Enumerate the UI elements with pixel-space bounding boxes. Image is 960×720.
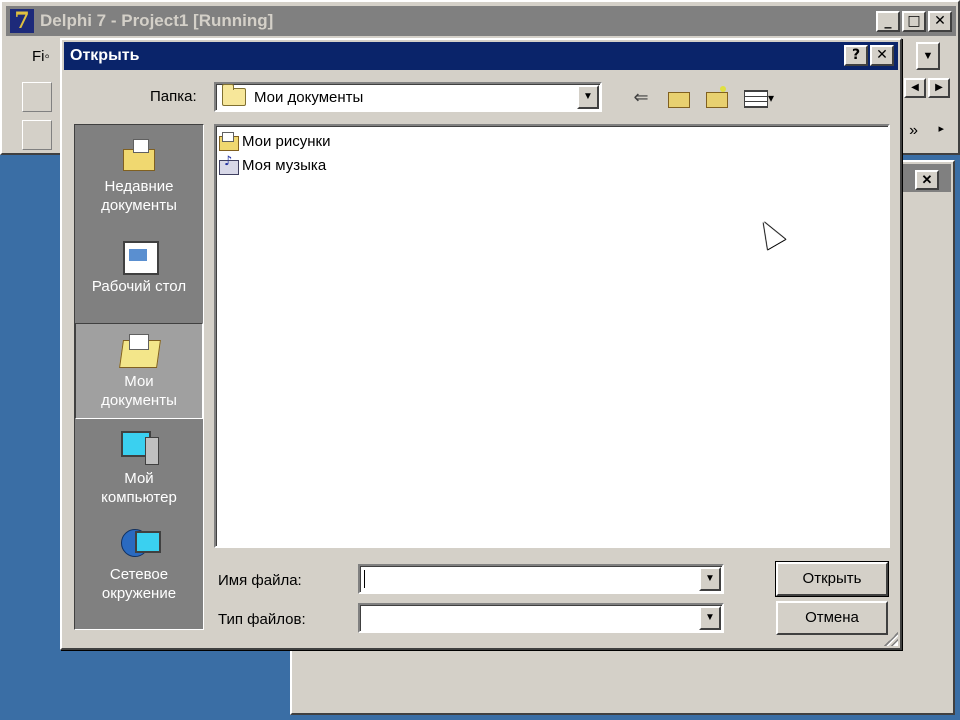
palette-scroll: ◀ ▶: [904, 78, 950, 98]
place-network[interactable]: Сетевое окружение: [75, 517, 203, 613]
recent-documents-icon: [119, 137, 159, 173]
folder-value: Мои документы: [254, 88, 364, 106]
ide-tool-button[interactable]: [22, 82, 52, 112]
desktop-icon: [119, 237, 159, 275]
text-caret: [364, 570, 365, 588]
ide-title: Delphi 7 - Project1 [Running]: [40, 11, 274, 30]
places-bar: Недавние документы Рабочий стол Мои доку…: [74, 124, 204, 630]
place-label: компьютер: [101, 489, 177, 506]
chevron-more-icon[interactable]: »: [909, 122, 918, 140]
dialog-caption-buttons: ? ✕: [844, 45, 894, 66]
my-documents-icon: [119, 332, 159, 368]
ide-tool-button[interactable]: [22, 120, 52, 150]
place-label: документы: [101, 392, 177, 409]
list-item[interactable]: Моя музыка: [218, 154, 326, 176]
delphi-logo-icon: 7: [10, 9, 34, 33]
form-close-button[interactable]: ✕: [915, 170, 939, 190]
network-icon: [119, 525, 161, 561]
component-combo-arrow[interactable]: ▼: [916, 42, 940, 70]
chevron-down-icon[interactable]: ▼: [699, 606, 721, 630]
folder-icon: [222, 84, 246, 106]
view-menu-icon[interactable]: [742, 86, 778, 110]
file-name: Моя музыка: [242, 156, 327, 174]
open-button[interactable]: Открыть: [775, 561, 889, 597]
place-label: Мой: [124, 470, 154, 487]
open-dialog: Открыть ? ✕ Папка: Мои документы ▼ ⇐ Нед…: [60, 38, 902, 650]
place-label: Сетевое: [109, 566, 169, 583]
minimize-button[interactable]: _: [876, 11, 900, 32]
dialog-title: Открыть: [70, 47, 140, 64]
dialog-titlebar: Открыть ? ✕: [64, 42, 898, 70]
folder-music-icon: [218, 154, 240, 175]
list-item[interactable]: Мои рисунки: [218, 130, 331, 152]
place-my-documents[interactable]: Мои документы: [75, 323, 203, 419]
chevron-down-icon[interactable]: ▼: [577, 85, 599, 109]
maximize-button[interactable]: □: [902, 11, 926, 32]
ide-caption-buttons: _ □ ✕: [876, 11, 952, 32]
palette-scroll-right-icon[interactable]: ▶: [928, 78, 950, 98]
help-button[interactable]: ?: [844, 45, 868, 66]
place-label: Рабочий стол: [91, 278, 187, 295]
ide-menu-file[interactable]: Fi◦: [32, 48, 50, 65]
palette-scroll-left-icon[interactable]: ◀: [904, 78, 926, 98]
file-list[interactable]: Мои рисунки Моя музыка: [214, 124, 890, 548]
folder-combo[interactable]: Мои документы ▼: [214, 82, 602, 112]
filename-input[interactable]: ▼: [358, 564, 724, 594]
place-label: Недавние: [104, 178, 174, 195]
triangle-right-icon[interactable]: ▸: [938, 122, 944, 135]
place-my-computer[interactable]: Мой компьютер: [75, 421, 203, 517]
cancel-button[interactable]: Отмена: [776, 601, 888, 635]
folder-pictures-icon: [218, 132, 240, 151]
folder-label: Папка:: [150, 88, 197, 105]
place-recent[interactable]: Недавние документы: [75, 129, 203, 225]
back-icon[interactable]: ⇐: [628, 86, 654, 110]
chevron-down-icon[interactable]: ▼: [699, 567, 721, 591]
new-folder-icon[interactable]: [704, 86, 730, 110]
my-computer-icon: [119, 429, 159, 465]
file-name: Мои рисунки: [242, 132, 331, 150]
close-button[interactable]: ✕: [928, 11, 952, 32]
filetype-label: Тип файлов:: [218, 611, 306, 628]
nav-toolbar: ⇐: [628, 86, 778, 110]
place-label: Мои: [124, 373, 154, 390]
dialog-close-button[interactable]: ✕: [870, 45, 894, 66]
ide-titlebar: 7 Delphi 7 - Project1 [Running] _ □ ✕: [6, 6, 956, 36]
filename-label: Имя файла:: [218, 572, 302, 589]
place-label: документы: [101, 197, 177, 214]
resize-grip-icon[interactable]: [884, 632, 898, 646]
place-desktop[interactable]: Рабочий стол: [75, 229, 203, 325]
filetype-select[interactable]: ▼: [358, 603, 724, 633]
up-folder-icon[interactable]: [666, 86, 692, 110]
place-label: окружение: [101, 585, 177, 602]
